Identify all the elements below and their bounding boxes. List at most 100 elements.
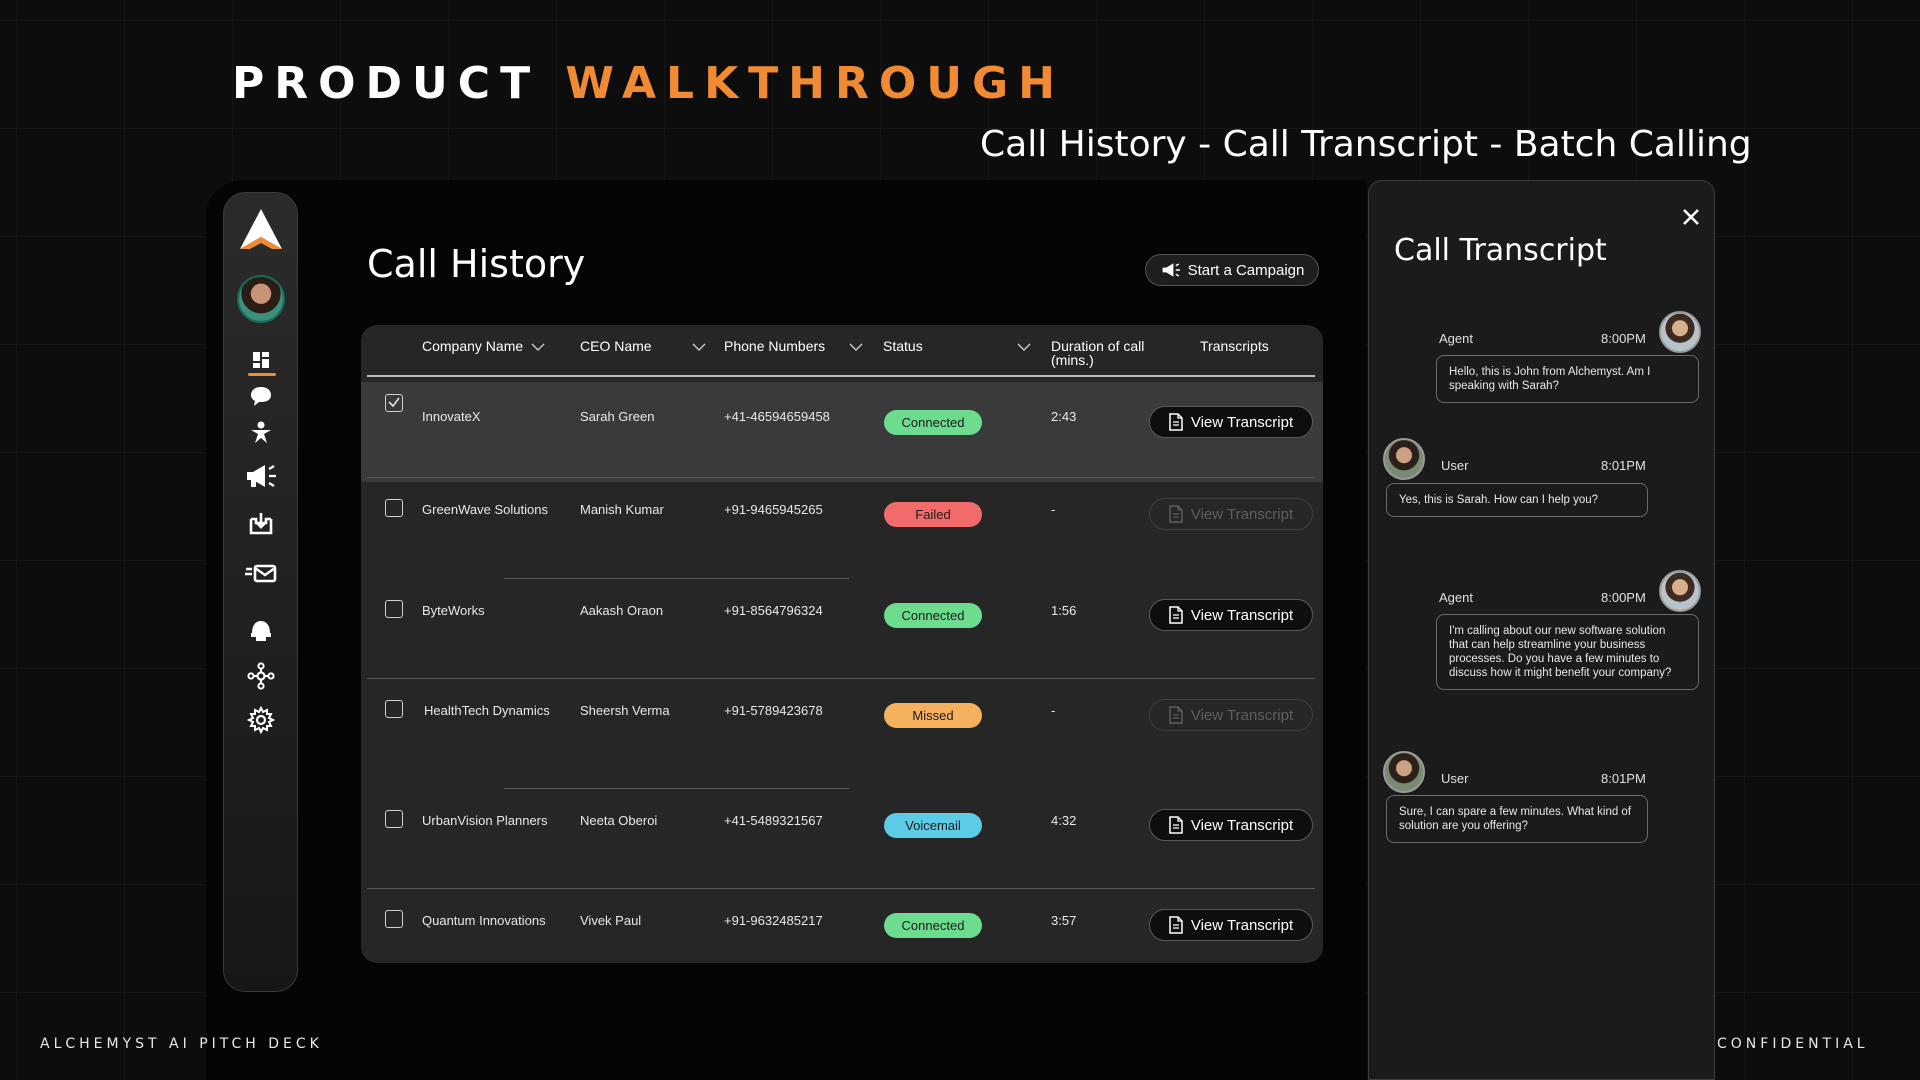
table-header: Company Name CEO Name Phone Numbers Stat… [361,325,1323,377]
view-transcript-button[interactable]: View Transcript [1149,809,1313,841]
row-divider [367,678,1315,679]
chat-bubble-icon[interactable] [246,381,276,411]
chevron-down-icon[interactable] [692,342,706,352]
start-campaign-label: Start a Campaign [1187,261,1305,279]
duration-cell: - [1051,502,1056,517]
view-transcript-label: View Transcript [1190,505,1294,523]
helmet-icon[interactable] [246,615,276,645]
row-checkbox[interactable] [385,499,403,517]
table-row[interactable]: HealthTech Dynamics Sheersh Verma +91-5789… [361,679,1323,775]
phone-number-cell: +91-9632485217 [724,913,823,928]
inbox-download-icon[interactable] [246,509,276,539]
column-header-status[interactable]: Status [883,339,923,353]
duration-cell: 3:57 [1051,913,1077,928]
company-cell: InnovateX [422,409,481,424]
message-sender: User [1441,458,1469,473]
ceo-name-cell: Vivek Paul [580,913,642,928]
row-checkbox[interactable] [385,910,403,928]
message-bubble: I'm calling about our new software solut… [1436,614,1699,690]
call-history-table: Company Name CEO Name Phone Numbers Stat… [361,325,1323,963]
deck-title-part2: WALKTHROUGH [565,58,1065,109]
mail-send-icon[interactable] [243,559,279,589]
start-campaign-button[interactable]: Start a Campaign [1145,254,1319,286]
phone-number-cell: +91-8564796324 [724,603,823,618]
table-row[interactable]: GreenWave Solutions Manish Kumar +91-94659… [361,478,1323,574]
document-icon [1169,413,1183,431]
view-transcript-button: View Transcript [1149,699,1313,731]
sidebar-active-indicator [248,373,276,376]
user-avatar[interactable] [237,275,285,323]
message-timestamp: 8:01PM [1601,458,1646,473]
status-badge: Connected [884,913,982,938]
row-checkbox[interactable] [385,600,403,618]
network-icon[interactable] [246,661,276,691]
ceo-name-cell: Sheersh Verma [580,703,670,718]
status-badge: Connected [884,603,982,628]
view-transcript-button: View Transcript [1149,498,1313,530]
table-row[interactable]: Quantum Innovations Vivek Paul +91-9632485… [361,889,1323,963]
view-transcript-label: View Transcript [1190,413,1294,431]
document-icon [1169,706,1183,724]
phone-number-cell: +91-9465945265 [724,502,823,517]
duration-cell: 2:43 [1051,409,1077,424]
transcript-title: Call Transcript [1394,233,1607,268]
status-badge: Missed [884,703,982,728]
status-badge: Failed [884,502,982,527]
company-cell: HealthTech Dynamics [424,703,550,718]
dashboard-icon[interactable] [246,345,276,375]
table-row[interactable]: UrbanVision Planners Neeta Oberoi +41-5489… [361,789,1323,885]
checkmark-icon [388,397,400,408]
company-cell: GreenWave Solutions [422,502,548,517]
footer-deck-name: ALCHEMYST AI PITCH DECK [40,1036,323,1052]
document-icon [1169,606,1183,624]
view-transcript-button[interactable]: View Transcript [1149,599,1313,631]
deck-title-part1: PRODUCT [232,58,541,109]
message-sender: Agent [1439,331,1473,346]
phone-number-cell: +41-5489321567 [724,813,823,828]
call-transcript-panel: Call Transcript Agent 8:00PM Hello, this i… [1368,180,1715,1080]
chevron-down-icon[interactable] [1017,342,1031,352]
message-timestamp: 8:00PM [1601,590,1646,605]
megaphone-icon[interactable] [243,461,279,491]
row-divider [504,578,849,579]
user-avatar [1383,438,1425,480]
status-badge: Connected [884,410,982,435]
view-transcript-label: View Transcript [1190,606,1294,624]
message-bubble: Hello, this is John from Alchemyst. Am I… [1436,355,1699,403]
company-cell: Quantum Innovations [422,913,546,928]
row-checkbox[interactable] [385,700,403,718]
phone-number-cell: +91-5789423678 [724,703,823,718]
row-checkbox[interactable] [385,810,403,828]
person-icon[interactable] [246,418,276,448]
company-cell: UrbanVision Planners [422,813,548,828]
message-sender: Agent [1439,590,1473,605]
message-bubble: Sure, I can spare a few minutes. What ki… [1386,795,1648,843]
table-row[interactable]: InnovateX Sarah Green +41-46594659458 2:43 C… [361,382,1323,482]
view-transcript-button[interactable]: View Transcript [1149,909,1313,941]
ceo-name-cell: Aakash Oraon [580,603,664,618]
document-icon [1169,916,1183,934]
column-header-phone[interactable]: Phone Numbers [724,339,863,353]
row-divider [367,477,1315,478]
message-sender: User [1441,771,1469,786]
close-icon[interactable] [1681,207,1701,227]
duration-cell: 1:56 [1051,603,1077,618]
gear-icon[interactable] [246,705,276,735]
column-header-duration[interactable]: Duration of call (mins.) [1051,339,1161,367]
table-row[interactable]: ByteWorks Aakash Oraon +91-8564796324 1:56 C… [361,579,1323,675]
column-header-transcripts: Transcripts [1200,338,1269,354]
ceo-name-cell: Neeta Oberoi [580,813,658,828]
row-divider [504,788,849,789]
duration-cell: - [1051,703,1056,718]
message-timestamp: 8:00PM [1601,331,1646,346]
ceo-name-cell: Sarah Green [580,409,655,424]
page-title: Call History [367,242,586,286]
row-checkbox[interactable] [385,394,403,412]
message-bubble: Yes, this is Sarah. How can I help you? [1386,483,1648,517]
view-transcript-button[interactable]: View Transcript [1149,406,1313,438]
phone-number-cell: +41-46594659458 [724,409,830,424]
column-header-ceo[interactable]: CEO Name [580,339,652,353]
alchemyst-logo-icon [240,209,282,249]
column-header-company[interactable]: Company Name [422,339,545,353]
company-cell: ByteWorks [422,603,485,618]
